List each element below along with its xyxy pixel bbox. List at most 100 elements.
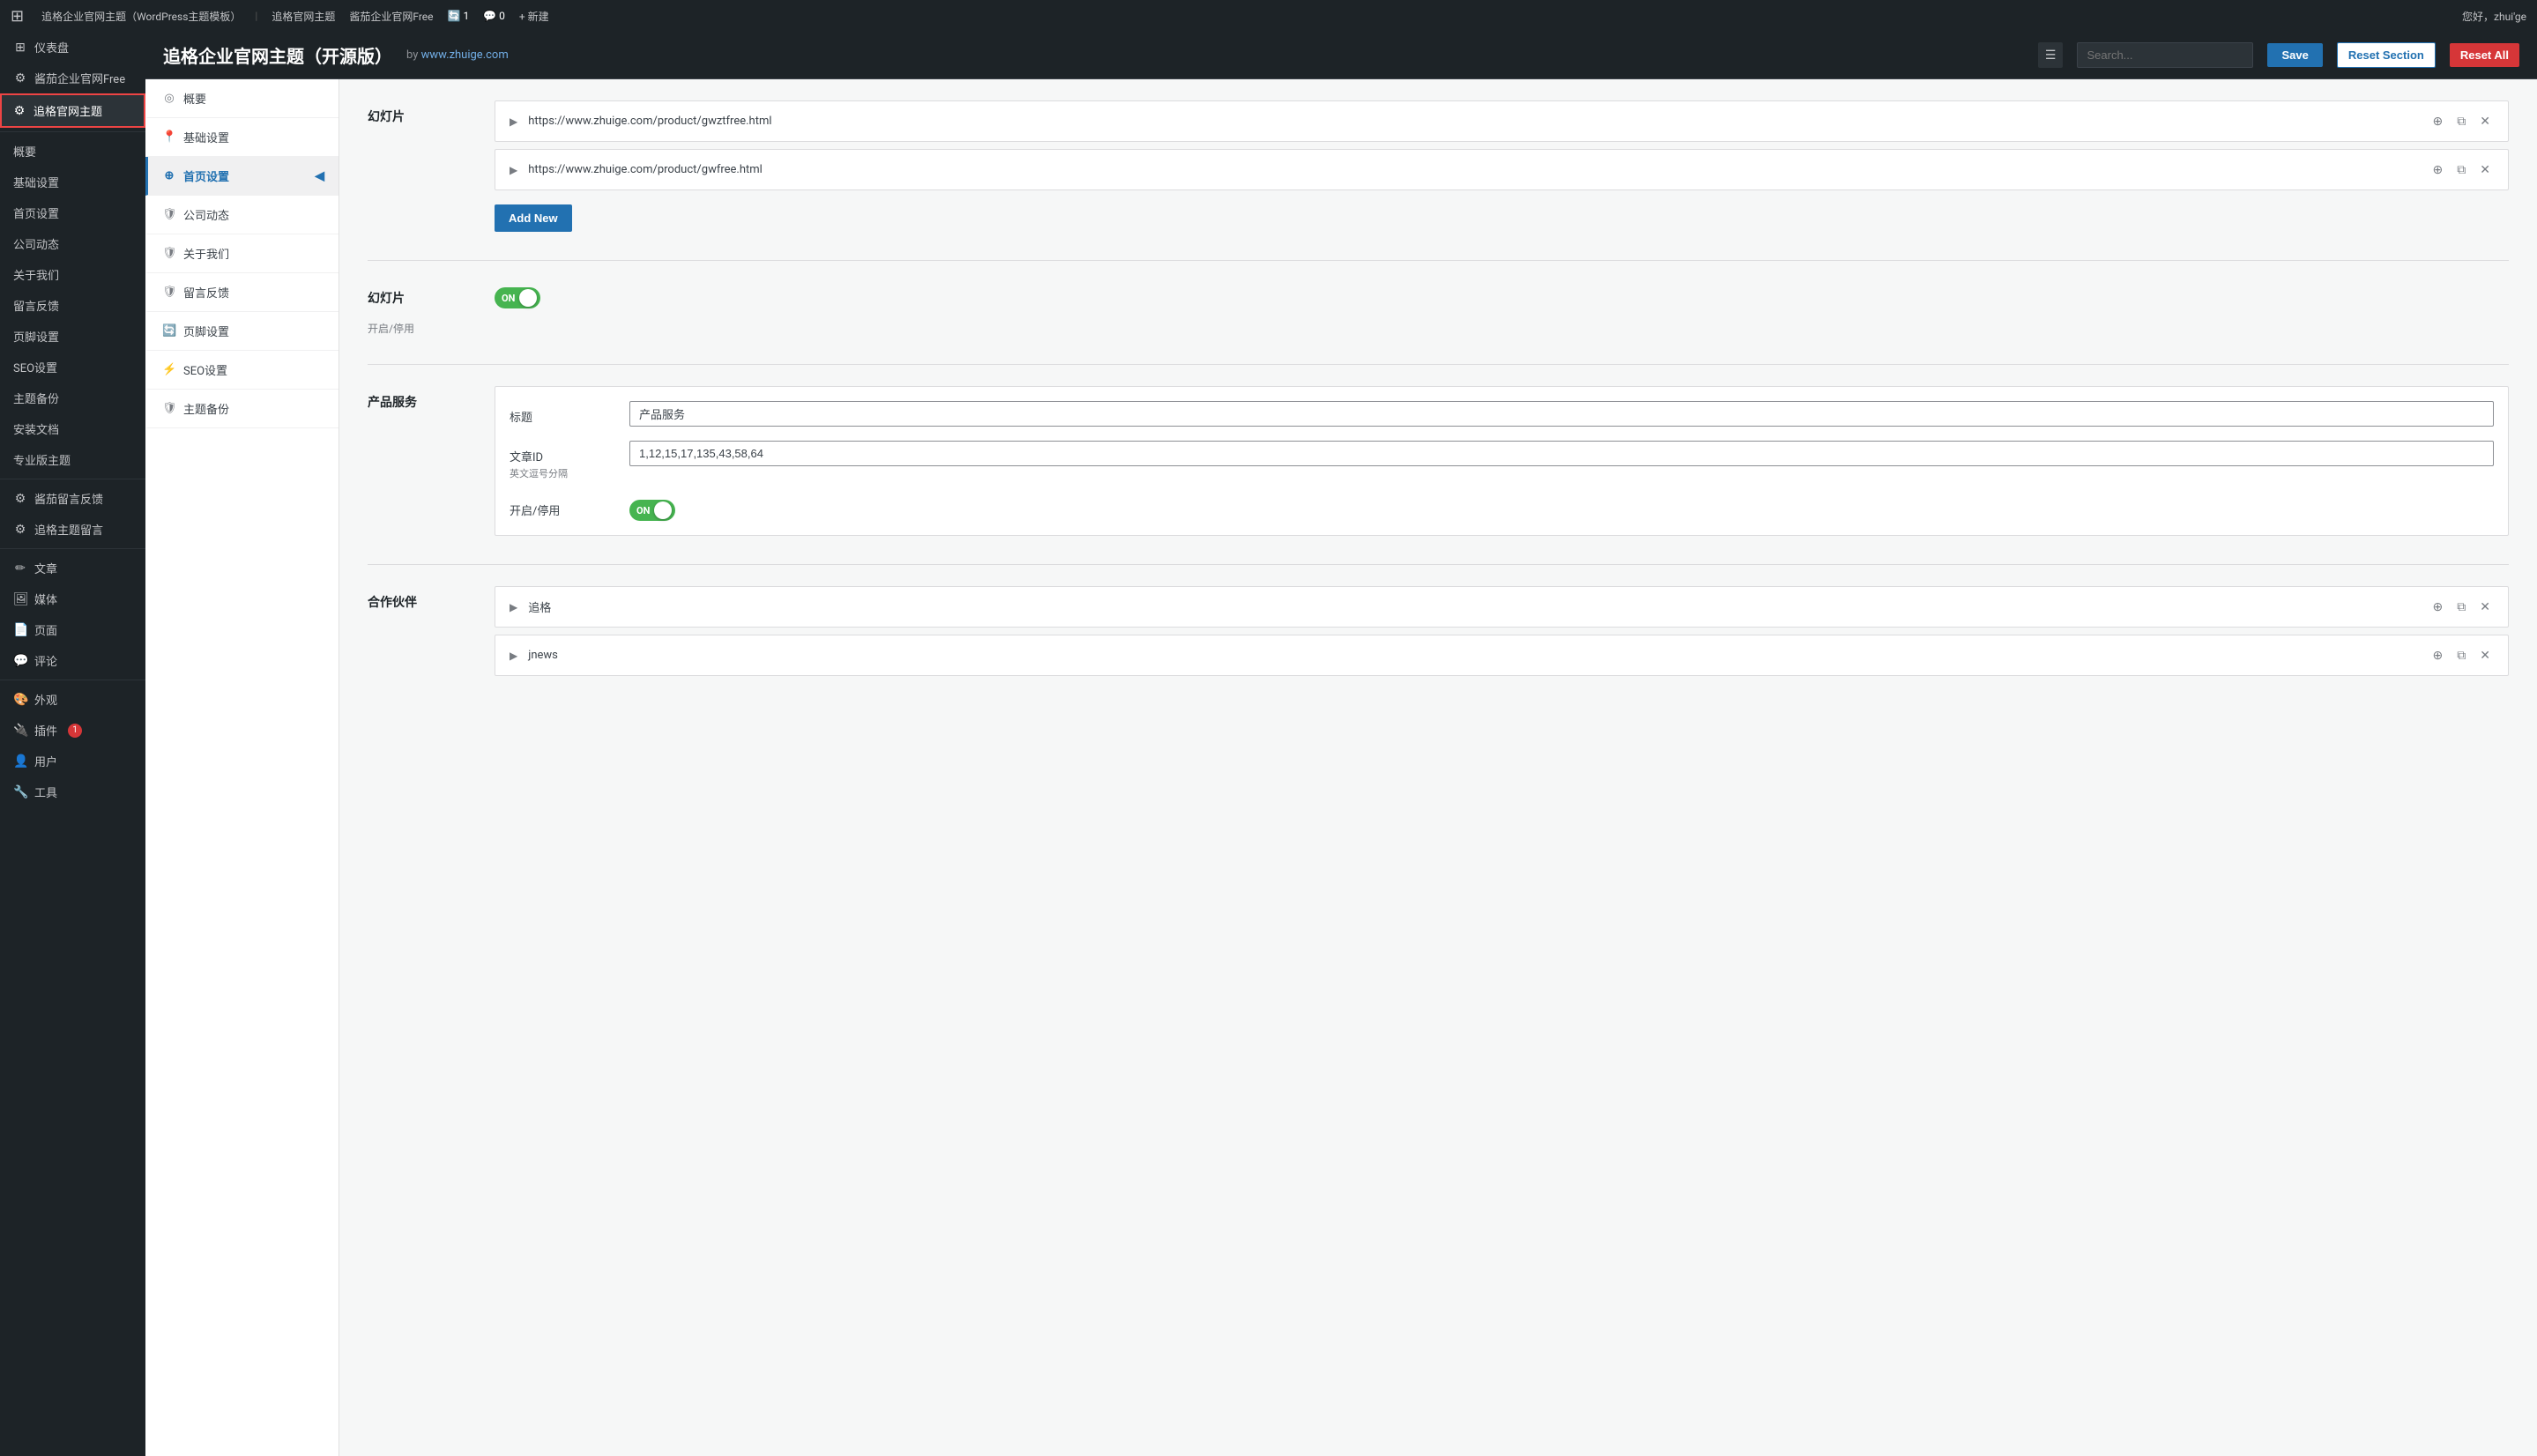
- settings-nav-liuyan[interactable]: 🛡 留言反馈: [145, 273, 339, 312]
- sidebar-item-pinglun[interactable]: 💬 评论: [0, 645, 145, 676]
- partners-section: 合作伙伴 ▶ 追格 ⊕ ⧉ ✕: [368, 586, 2509, 683]
- slider-item-2-actions: ⊕ ⧉ ✕: [2429, 160, 2494, 179]
- partner-item-2-arrow: ▶: [510, 650, 517, 662]
- product-toggle-row: 开启/停用 ON: [510, 494, 2494, 521]
- product-section-title: 产品服务: [368, 393, 473, 411]
- sidebar-item-liuyan[interactable]: 留言反馈: [0, 290, 145, 321]
- product-id-input[interactable]: [629, 441, 2494, 466]
- settings-nav-gaiyo[interactable]: ◎ 概要: [145, 79, 339, 118]
- partner-item-2-move[interactable]: ⊕: [2429, 646, 2447, 665]
- sidebar-item-gongju[interactable]: 🔧 工具: [0, 776, 145, 807]
- product-toggle-wrap: ON: [629, 494, 675, 521]
- partner-item-1-delete[interactable]: ✕: [2476, 598, 2494, 616]
- sidebar-item-zhuanye[interactable]: 专业版主题: [0, 444, 145, 475]
- partner-item-2-label: jnews: [528, 649, 2429, 662]
- slider-toggle-knob: [519, 289, 537, 307]
- top-bar-breadcrumb-1[interactable]: 追格官网主题: [272, 9, 335, 24]
- sidebar-item-zhuti[interactable]: 主题备份: [0, 383, 145, 413]
- nav-footer-icon: 🔄: [162, 324, 176, 338]
- slider-repeater: ▶ https://www.zhuige.com/product/gwztfre…: [495, 100, 2509, 232]
- product-toggle[interactable]: ON: [629, 500, 675, 521]
- slider-item-1-move[interactable]: ⊕: [2429, 112, 2447, 130]
- slider-item-1-actions: ⊕ ⧉ ✕: [2429, 112, 2494, 130]
- slider-item-1-copy[interactable]: ⧉: [2453, 112, 2469, 130]
- slider-item-2-copy[interactable]: ⧉: [2453, 160, 2469, 179]
- top-bar-breadcrumb-2[interactable]: 酱茄企业官网Free: [349, 9, 433, 24]
- partner-item-2-copy[interactable]: ⧉: [2453, 646, 2469, 665]
- comment-icon: 💬: [13, 654, 27, 668]
- settings-nav-backup[interactable]: 🛡 主题备份: [145, 390, 339, 428]
- product-toggle-label: 开启/停用: [510, 501, 615, 518]
- product-id-label: 文章ID: [510, 448, 615, 464]
- sidebar-divider-1: [0, 131, 145, 132]
- plugin-title: 追格企业官网主题（开源版）: [163, 42, 392, 68]
- sidebar-item-chajian[interactable]: 🔌 插件 1: [0, 715, 145, 746]
- partner-item-1-arrow: ▶: [510, 601, 517, 613]
- partner-item-2-delete[interactable]: ✕: [2476, 646, 2494, 665]
- nav-backup-icon: 🛡: [162, 402, 176, 415]
- sidebar-item-meiti[interactable]: 🖼 媒体: [0, 583, 145, 614]
- plugin-badge: 1: [68, 724, 82, 738]
- settings-nav-yejiao[interactable]: 🔄 页脚设置: [145, 312, 339, 351]
- product-section: 产品服务 标题 文章ID: [368, 386, 2509, 536]
- slider-toggle-title: 幻灯片: [368, 289, 473, 307]
- sidebar-item-zhuige[interactable]: ⚙ 追格官网主题: [0, 93, 145, 128]
- slider-toggle[interactable]: ON: [495, 287, 540, 308]
- sidebar-item-yejiao[interactable]: 页脚设置: [0, 321, 145, 352]
- plugin-by: by www.zhuige.com: [406, 48, 509, 62]
- settings-nav-guanyu[interactable]: 🛡 关于我们: [145, 234, 339, 273]
- settings-nav-shouye[interactable]: ⊕ 首页设置 ◀: [145, 157, 339, 196]
- slider-section: 幻灯片 ▶ https://www.zhuige.com/product/gwz…: [368, 100, 2509, 232]
- partner-item-1-actions: ⊕ ⧉ ✕: [2429, 598, 2494, 616]
- sidebar-item-qiangcha[interactable]: ⚙ 酱茄企业官网Free: [0, 63, 145, 93]
- sidebar-item-gaiyo[interactable]: 概要: [0, 136, 145, 167]
- plugin-site-url[interactable]: www.zhuige.com: [421, 48, 509, 62]
- settings-icon-3: ⚙: [13, 492, 27, 506]
- slider-add-new-button[interactable]: Add New: [495, 204, 572, 232]
- divider-1: [368, 260, 2509, 261]
- slider-toggle-section: 幻灯片 开启/停用 ON: [368, 282, 2509, 336]
- page-icon: 📄: [13, 623, 27, 637]
- slider-item-2-move[interactable]: ⊕: [2429, 160, 2447, 179]
- sidebar-item-wenzhang[interactable]: ✏ 文章: [0, 553, 145, 583]
- sidebar-item-yemian[interactable]: 📄 页面: [0, 614, 145, 645]
- reset-all-button[interactable]: Reset All: [2450, 43, 2519, 67]
- partner-item-1-copy[interactable]: ⧉: [2453, 598, 2469, 616]
- nav-basic-icon: 📍: [162, 130, 176, 144]
- header-search-input[interactable]: [2077, 42, 2253, 68]
- top-bar-comments: 💬 0: [483, 10, 505, 22]
- media-icon: 🖼: [13, 592, 27, 606]
- sidebar-item-zhuige2[interactable]: ⚙ 追格主题留言: [0, 514, 145, 545]
- sidebar-item-dashboard[interactable]: ⊞ 仪表盘: [0, 32, 145, 63]
- settings-icon-2: ⚙: [12, 104, 26, 118]
- sidebar-item-guanyu[interactable]: 关于我们: [0, 259, 145, 290]
- sidebar-item-seo[interactable]: SEO设置: [0, 352, 145, 383]
- header-menu-button[interactable]: ☰: [2038, 42, 2064, 68]
- reset-section-button[interactable]: Reset Section: [2337, 42, 2436, 68]
- sidebar-item-anzhuang[interactable]: 安装文档: [0, 413, 145, 444]
- settings-nav-gongsi[interactable]: 🛡 公司动态: [145, 196, 339, 234]
- sidebar-item-gongsi[interactable]: 公司动态: [0, 228, 145, 259]
- content-area: ◎ 概要 📍 基础设置 ⊕ 首页设置 ◀ 🛡 公司动态 🛡: [145, 79, 2537, 1456]
- slider-section-title: 幻灯片: [368, 108, 473, 125]
- sidebar-item-jichu[interactable]: 基础设置: [0, 167, 145, 197]
- slider-toggle-sublabel: 开启/停用: [368, 321, 473, 336]
- sidebar-item-shouye[interactable]: 首页设置: [0, 197, 145, 228]
- sidebar-item-qiangcha2[interactable]: ⚙ 酱茄留言反馈: [0, 483, 145, 514]
- settings-nav-jichu[interactable]: 📍 基础设置: [145, 118, 339, 157]
- product-id-row: 文章ID 英文逗号分隔: [510, 441, 2494, 480]
- slider-item-2-url: https://www.zhuige.com/product/gwfree.ht…: [528, 163, 2429, 176]
- top-bar-site-name[interactable]: 追格企业官网主题（WordPress主题模板）: [41, 9, 241, 24]
- slider-item-2-arrow: ▶: [510, 164, 517, 176]
- slider-item-2-delete[interactable]: ✕: [2476, 160, 2494, 179]
- slider-item-1-delete[interactable]: ✕: [2476, 112, 2494, 130]
- nav-feedback-icon: 🛡: [162, 286, 176, 299]
- product-title-input[interactable]: [629, 401, 2494, 427]
- sidebar-item-waiguan[interactable]: 🎨 外观: [0, 684, 145, 715]
- save-button[interactable]: Save: [2267, 43, 2322, 67]
- sidebar-item-yonghu[interactable]: 👤 用户: [0, 746, 145, 776]
- settings-nav-seo[interactable]: ⚡ SEO设置: [145, 351, 339, 390]
- top-bar-new[interactable]: + 新建: [519, 9, 549, 24]
- partner-item-1-move[interactable]: ⊕: [2429, 598, 2447, 616]
- slider-toggle-on-label: ON: [498, 293, 515, 304]
